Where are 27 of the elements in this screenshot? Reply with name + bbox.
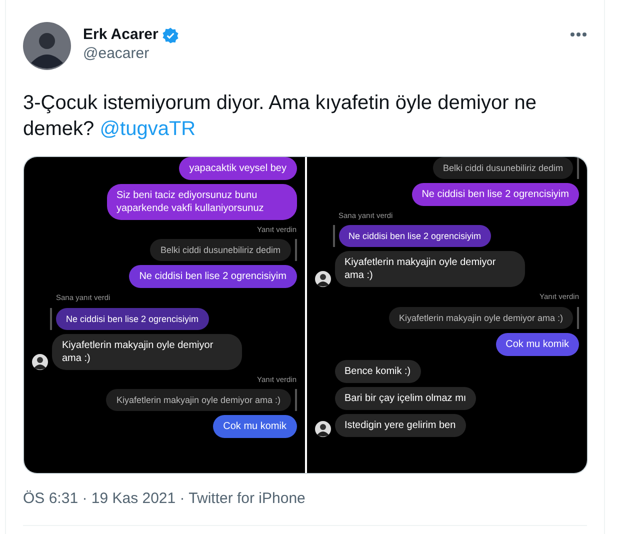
received-message: Bence komik :) (334, 360, 421, 382)
more-icon[interactable] (570, 32, 587, 37)
tweet-timestamp[interactable]: ÖS 6:31 · 19 Kas 2021 · Twitter for iPhone (23, 488, 587, 526)
sent-message: Cok mu komik (496, 332, 579, 356)
sent-message: Siz beni taciz ediyorsunuz bunu yaparkende vakfi kullaniyorsunuz (106, 184, 296, 220)
quoted-message: Kiyafetlerin makyajin oyle demiyor ama :) (106, 388, 290, 411)
chat-screenshots[interactable] (23, 156, 588, 474)
author-handle[interactable]: @eacarer (83, 44, 562, 64)
avatar[interactable] (23, 22, 71, 70)
sent-message: Ne ciddisi ben lise 2 ogrencisiyim (129, 265, 296, 288)
author-name[interactable]: Erk Acarer (83, 26, 158, 44)
received-message: Istedigin yere gelirim ben (334, 414, 466, 436)
quoted-message: Ne ciddisi ben lise 2 ogrencisiyim (338, 225, 492, 248)
quoted-message: Ne ciddisi ben lise 2 ogrencisiyim (56, 308, 209, 330)
received-message: Kiyafetlerin makyajin oyle demiyor ama :) (52, 334, 242, 370)
tweet-text: 3-Çocuk istemiyorum diyor. Ama kıyafetin öyle demiyor ne demek? @tugvaTR (23, 91, 538, 142)
avatar (314, 420, 330, 436)
received-message: Bari bir çay içelim olmaz mı (334, 386, 476, 410)
avatar (32, 354, 48, 370)
sent-message: Ne ciddisi ben lise 2 ogrencisiyim (412, 183, 579, 206)
avatar (314, 271, 330, 288)
quoted-message: Kiyafetlerin makyajin oyle demiyor ama :) (388, 306, 573, 328)
sent-message: Cok mu komik (213, 414, 296, 438)
received-message: Kiyafetlerin makyajin oyle demiyor ama :) (334, 251, 524, 288)
quoted-message: Belki ciddi dusunebiliriz dedim (150, 239, 290, 262)
quoted-message: Belki ciddi dusunebiliriz dedim (432, 157, 573, 179)
sent-message: yapacaktik veysel bey (179, 157, 296, 180)
